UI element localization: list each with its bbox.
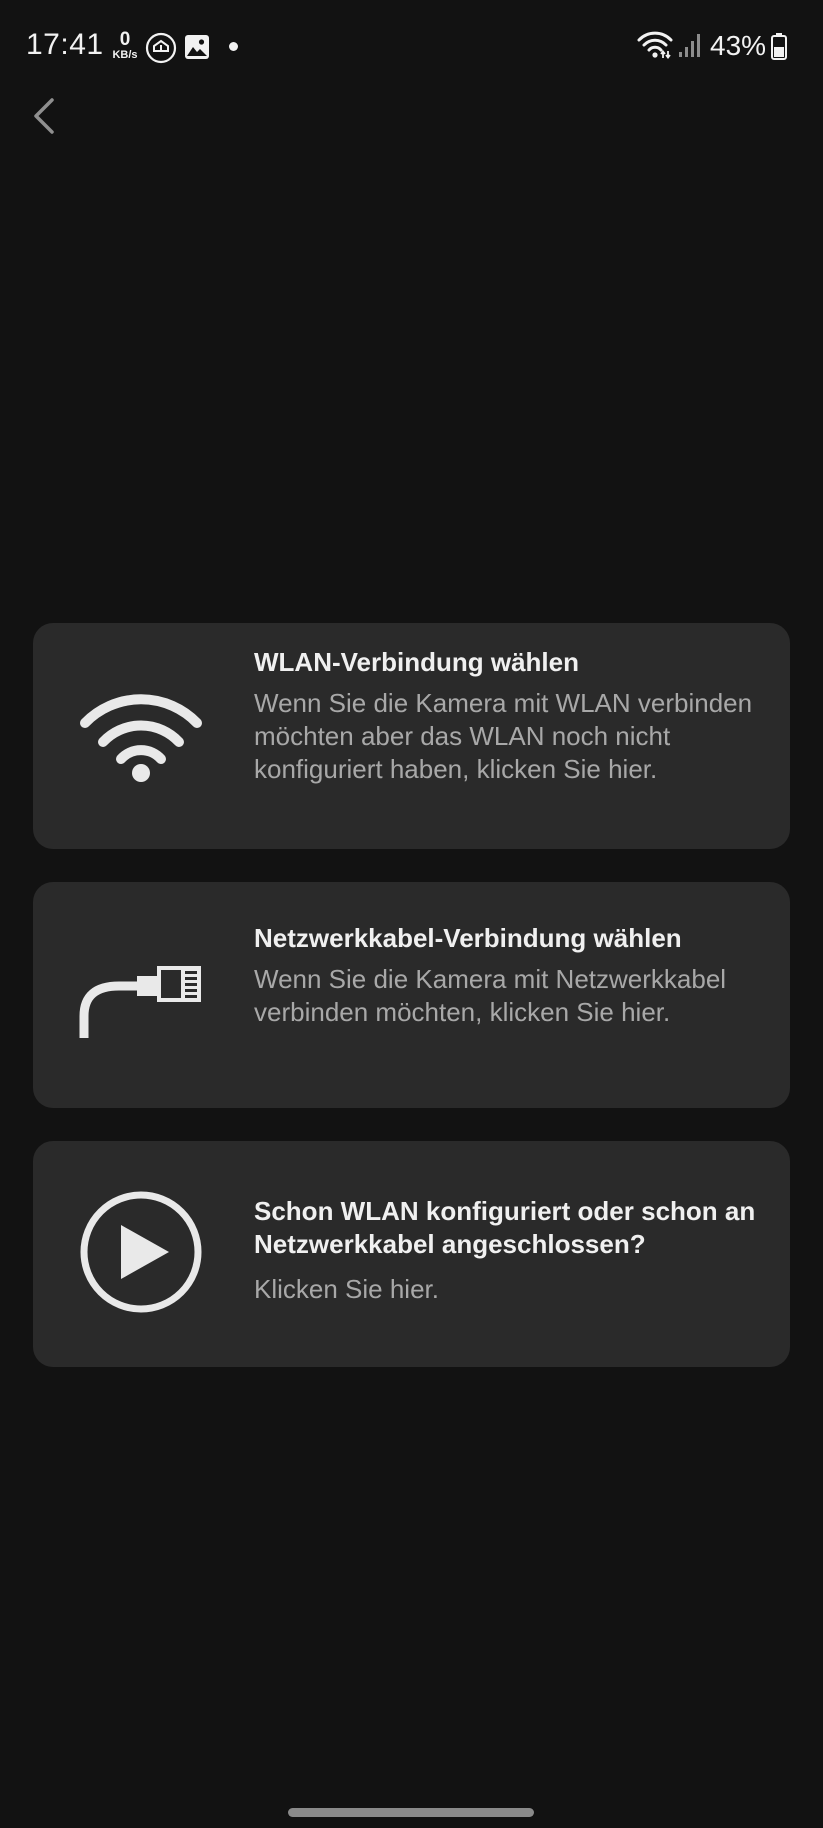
option-title: Schon WLAN konfiguriert oder schon an Ne… xyxy=(254,1196,756,1259)
option-text: Schon WLAN konfiguriert oder schon an Ne… xyxy=(254,1195,774,1306)
notification-dot-icon xyxy=(229,42,238,51)
wifi-icon xyxy=(636,30,674,65)
option-description: Klicken Sie hier. xyxy=(254,1274,439,1304)
home-indicator[interactable] xyxy=(288,1808,534,1817)
net-speed-value: 0 xyxy=(119,29,131,50)
net-speed: 0 KB/s xyxy=(108,30,142,61)
status-time: 17:41 xyxy=(26,28,104,61)
back-button[interactable] xyxy=(26,92,66,142)
chevron-left-icon xyxy=(34,98,54,134)
recording-icon xyxy=(145,32,177,69)
battery-percentage: 43% xyxy=(710,30,767,61)
option-title: Netzwerkkabel-Verbindung wählen xyxy=(254,923,682,953)
option-card-already-configured[interactable]: Schon WLAN konfiguriert oder schon an Ne… xyxy=(33,1141,790,1367)
option-title: WLAN-Verbindung wählen xyxy=(254,647,579,677)
battery-icon xyxy=(770,32,788,65)
option-card-network-cable[interactable]: Netzwerkkabel-Verbindung wählen Wenn Sie… xyxy=(33,882,790,1108)
network-cable-icon xyxy=(79,964,205,1045)
net-speed-unit: KB/s xyxy=(112,49,138,61)
gallery-icon xyxy=(184,34,210,65)
option-text: WLAN-Verbindung wählen Wenn Sie die Kame… xyxy=(254,646,774,786)
option-card-wlan[interactable]: WLAN-Verbindung wählen Wenn Sie die Kame… xyxy=(33,623,790,849)
option-description: Wenn Sie die Kamera mit WLAN verbinden m… xyxy=(254,688,753,784)
option-text: Netzwerkkabel-Verbindung wählen Wenn Sie… xyxy=(254,922,774,1029)
wifi-icon xyxy=(79,689,203,788)
signal-icon xyxy=(678,32,702,63)
play-circle-icon xyxy=(79,1190,203,1319)
option-description: Wenn Sie die Kamera mit Netzwerkkabel ve… xyxy=(254,964,727,1027)
status-bar: 17:41 0 KB/s 43% xyxy=(0,0,823,92)
